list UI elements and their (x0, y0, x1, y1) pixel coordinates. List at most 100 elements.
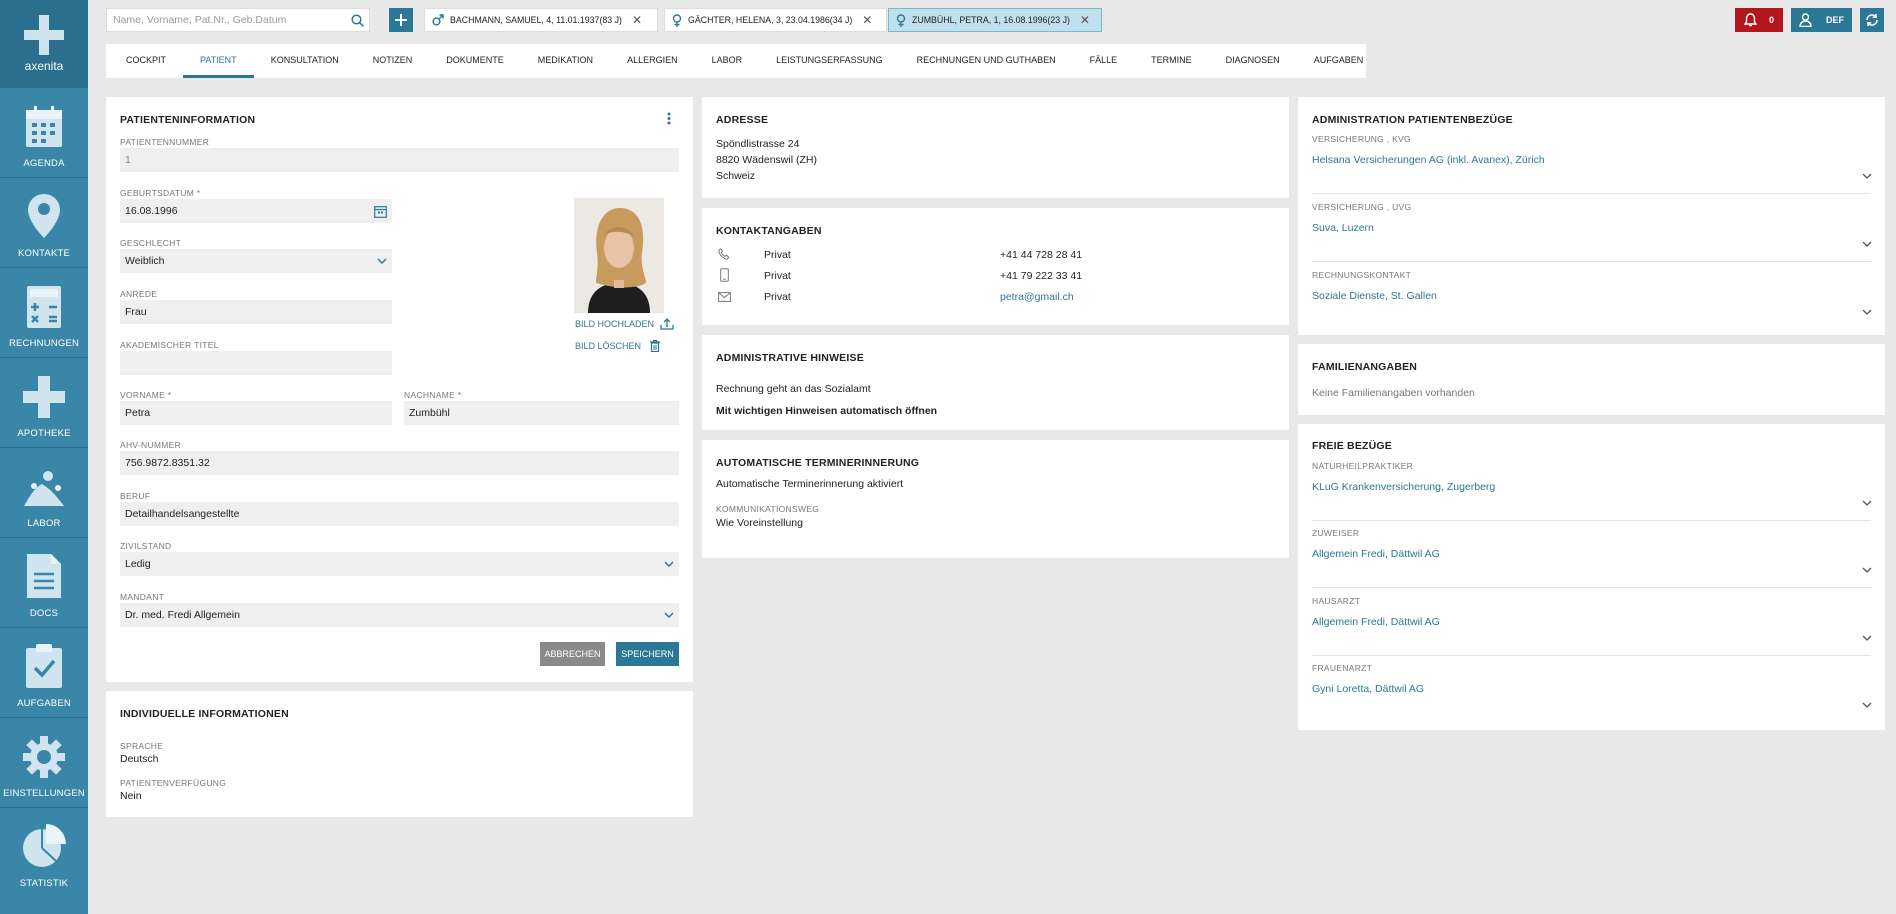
sidebar-item-label: AGENDA (23, 158, 65, 169)
chevron-down-icon[interactable] (1862, 309, 1872, 315)
sidebar-item-apotheke[interactable]: APOTHEKE (0, 357, 88, 447)
relation-value[interactable]: Helsana Versicherungen AG (inkl. Avanex)… (1312, 154, 1545, 166)
free-relations-card: FREIE BEZÜGE NATURHEILPRAKTIKER KLuG Kra… (1298, 424, 1885, 730)
appointment-reminder-card: AUTOMATISCHE TERMINERINNERUNG Automatisc… (702, 440, 1289, 558)
contact-type: Privat (764, 249, 791, 261)
logo-text: axenita (24, 58, 64, 73)
nachname-field[interactable]: Zumbühl (404, 401, 679, 425)
tab-leistungserfassung[interactable]: LEISTUNGSERFASSUNG (759, 44, 900, 78)
sidebar-item-statistik[interactable]: STATISTIK (0, 807, 88, 897)
gear-icon (23, 736, 65, 778)
patientennummer-field: 1 (120, 148, 679, 172)
cancel-button[interactable]: ABBRECHEN (540, 642, 605, 666)
contact-phone-value[interactable]: +41 44 728 28 41 (1000, 249, 1082, 261)
close-icon[interactable]: ✕ (862, 13, 872, 27)
patientennummer-label: PATIENTENNUMMER (120, 137, 210, 147)
relation-label: VERSICHERUNG , UVG (1312, 202, 1412, 212)
patient-tab-zumbuehl[interactable]: ZUMBÜHL, PETRA, 1, 16.08.1996(23 J) ✕ (888, 8, 1102, 32)
chevron-down-icon[interactable] (1862, 567, 1872, 573)
relation-value[interactable]: Gyni Loretta, Dättwil AG (1312, 683, 1424, 695)
sidebar-item-labor[interactable]: LABOR (0, 447, 88, 537)
save-button[interactable]: SPEICHERN (616, 642, 679, 666)
tab-rechnungen-und-guthaben[interactable]: RECHNUNGEN UND GUTHABEN (900, 44, 1073, 78)
delete-photo-button[interactable]: BILD LÖSCHEN (575, 340, 661, 352)
patient-tab-gaechter[interactable]: GÄCHTER, HELENA, 3, 23.04.1986(34 J) ✕ (664, 8, 887, 32)
tab-termine[interactable]: TERMINE (1134, 44, 1209, 78)
geschlecht-select[interactable]: Weiblich (120, 249, 392, 273)
sidebar-item-kontakte[interactable]: KONTAKTE (0, 177, 88, 267)
divider (1312, 587, 1871, 588)
vorname-label: VORNAME * (120, 390, 172, 400)
tab-notizen[interactable]: NOTIZEN (356, 44, 430, 78)
relation-value[interactable]: KLuG Krankenversicherung, Zugerberg (1312, 481, 1495, 493)
vorname-field[interactable]: Petra (120, 401, 392, 425)
relation-value[interactable]: Allgemein Fredi, Dättwil AG (1312, 548, 1440, 560)
beruf-label: BERUF (120, 491, 151, 501)
relation-label: RECHNUNGSKONTAKT (1312, 270, 1412, 280)
notifications-button[interactable]: 0 (1735, 8, 1783, 32)
chevron-down-icon[interactable] (1862, 635, 1872, 641)
sidebar-item-label: LABOR (27, 518, 61, 529)
sidebar-item-label: STATISTIK (19, 878, 69, 889)
sidebar-item-docs[interactable]: DOCS (0, 537, 88, 627)
anrede-field[interactable]: Frau (120, 300, 392, 324)
document-icon (27, 554, 61, 598)
tab-medikation[interactable]: MEDIKATION (521, 44, 610, 78)
close-icon[interactable]: ✕ (632, 13, 642, 27)
tab-dokumente[interactable]: DOKUMENTE (429, 44, 521, 78)
tab-labor[interactable]: LABOR (695, 44, 760, 78)
verfuegung-value: Nein (120, 790, 142, 802)
tab-cockpit[interactable]: COCKPIT (109, 44, 183, 78)
logo[interactable]: axenita (0, 0, 88, 87)
sidebar-item-aufgaben[interactable]: AUFGABEN (0, 627, 88, 717)
tab-aufgaben[interactable]: AUFGABEN (1297, 44, 1381, 78)
search-input[interactable] (113, 14, 345, 26)
lab-flask-icon (24, 471, 64, 506)
divider (1312, 655, 1871, 656)
patient-tab-bachmann[interactable]: BACHMANN, SAMUEL, 4, 11.01.1937(83 J) ✕ (424, 8, 658, 32)
ahv-field[interactable]: 756.9872.8351.32 (120, 451, 679, 475)
titel-field[interactable] (120, 351, 392, 375)
tab-allergien[interactable]: ALLERGIEN (610, 44, 695, 78)
more-options-icon[interactable] (667, 112, 671, 128)
card-title: AUTOMATISCHE TERMINERINNERUNG (716, 457, 920, 469)
contact-mobile-value[interactable]: +41 79 222 33 41 (1000, 270, 1082, 282)
upload-photo-button[interactable]: BILD HOCHLADEN (575, 318, 674, 330)
chevron-down-icon[interactable] (1862, 173, 1872, 179)
auto-open-setting: Mit wichtigen Hinweisen automatisch öffn… (716, 405, 938, 417)
sidebar-item-agenda[interactable]: AGENDA (0, 87, 88, 177)
chevron-down-icon[interactable] (1862, 241, 1872, 247)
relation-value[interactable]: Soziale Dienste, St. Gallen (1312, 290, 1437, 302)
contact-email-link[interactable]: petra@gmail.ch (1000, 291, 1074, 303)
close-icon[interactable]: ✕ (1080, 13, 1090, 27)
anrede-label: ANREDE (120, 289, 158, 299)
divider (1312, 193, 1871, 194)
tab-konsultation[interactable]: KONSULTATION (254, 44, 356, 78)
sync-button[interactable] (1860, 8, 1884, 32)
channel-label: KOMMUNIKATIONSWEG (716, 504, 820, 514)
calendar-icon[interactable] (374, 205, 387, 218)
user-menu-button[interactable]: DEF (1791, 8, 1852, 32)
chevron-down-icon[interactable] (1862, 702, 1872, 708)
tab-diagnosen[interactable]: DIAGNOSEN (1209, 44, 1297, 78)
beruf-field[interactable]: Detailhandelsangestellte (120, 502, 679, 526)
tab-patient[interactable]: PATIENT (183, 44, 254, 78)
sidebar-item-einstellungen[interactable]: EINSTELLUNGEN (0, 717, 88, 807)
axenita-logo-icon (24, 14, 64, 55)
beruf-value: Detailhandelsangestellte (125, 508, 240, 520)
administrative-hints-card: ADMINISTRATIVE HINWEISE Rechnung geht an… (702, 335, 1289, 430)
chevron-down-icon[interactable] (1862, 500, 1872, 506)
search-icon[interactable] (345, 13, 369, 27)
zivilstand-select[interactable]: Ledig (120, 552, 679, 576)
relation-label: FRAUENARZT (1312, 663, 1373, 673)
relation-value[interactable]: Suva, Luzern (1312, 222, 1374, 234)
titel-label: AKADEMISCHER TITEL (120, 340, 219, 350)
chevron-down-icon (664, 612, 674, 618)
relation-value[interactable]: Allgemein Fredi, Dättwil AG (1312, 616, 1440, 628)
add-patient-button[interactable] (389, 8, 413, 32)
geburtsdatum-field[interactable]: 16.08.1996 (120, 199, 392, 223)
tab-faelle[interactable]: FÄLLE (1073, 44, 1135, 78)
topbar: BACHMANN, SAMUEL, 4, 11.01.1937(83 J) ✕ … (88, 0, 1896, 38)
mandant-select[interactable]: Dr. med. Fredi Allgemein (120, 603, 679, 627)
sidebar-item-rechnungen[interactable]: RECHNUNGEN (0, 267, 88, 357)
